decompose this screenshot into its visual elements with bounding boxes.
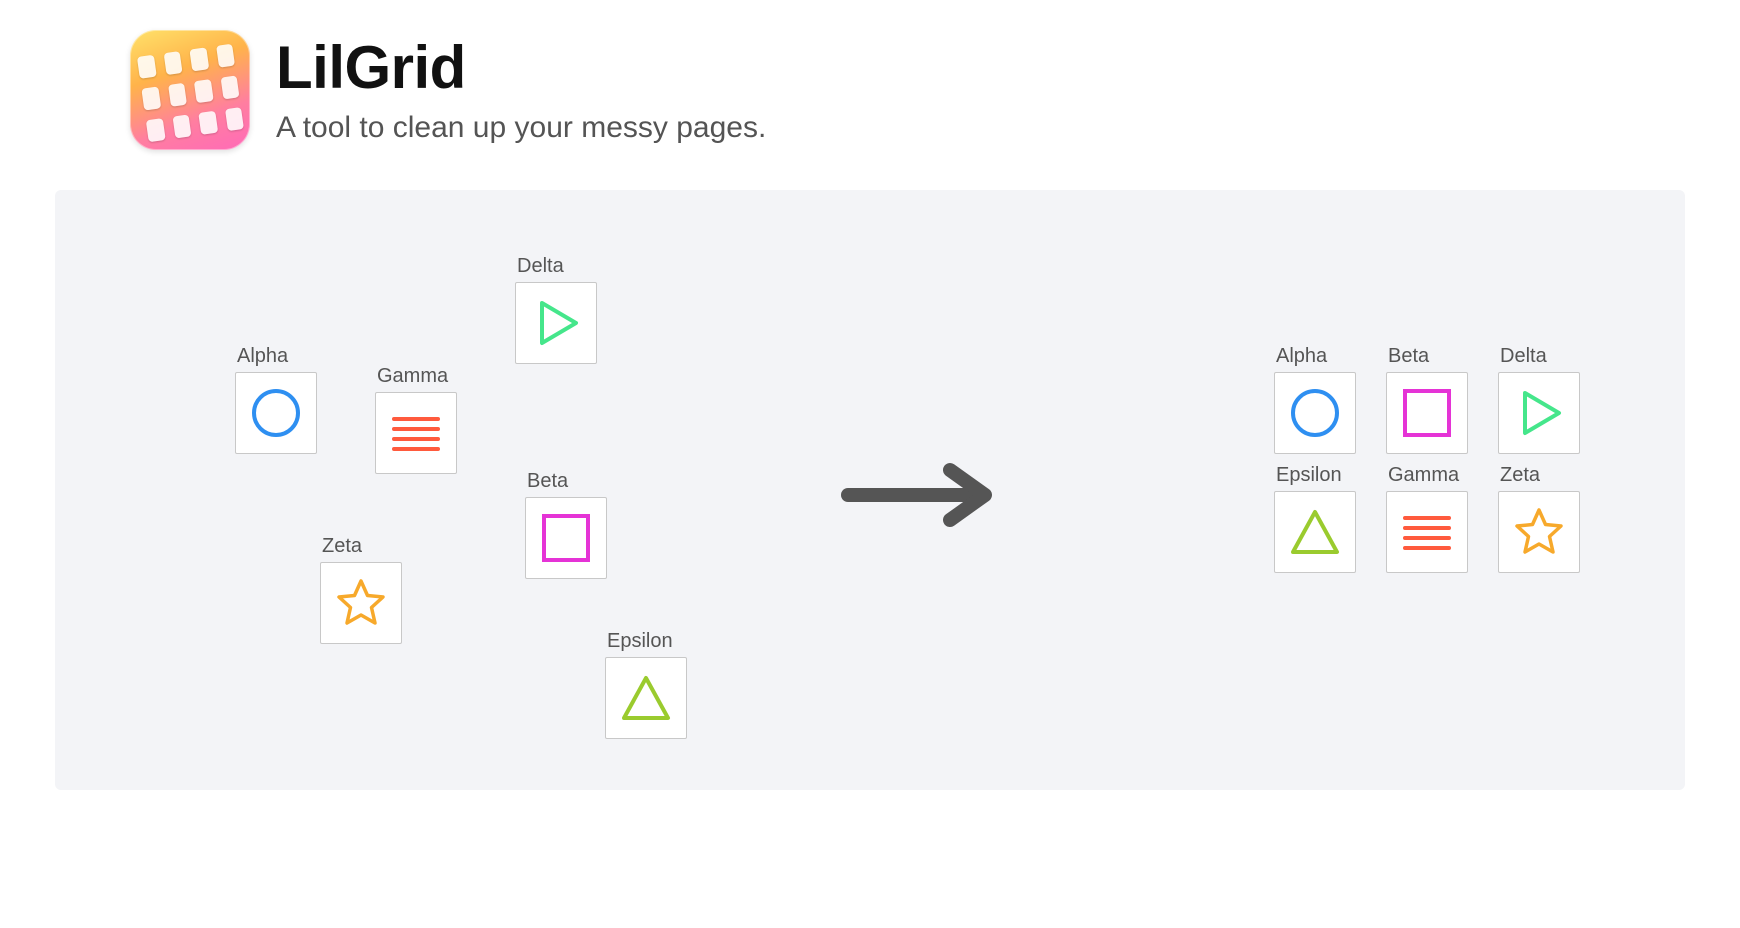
star-icon: [320, 562, 402, 644]
title-block: LilGrid A tool to clean up your messy pa…: [276, 36, 766, 145]
shape-label: Beta: [525, 470, 607, 493]
lines-icon: [1386, 491, 1468, 573]
shape-beta: Beta: [1386, 345, 1468, 454]
star-icon: [1498, 491, 1580, 573]
lines-icon: [375, 392, 457, 474]
shape-alpha: Alpha: [1274, 345, 1356, 454]
shape-label: Alpha: [1274, 345, 1356, 368]
triangle-icon: [605, 657, 687, 739]
triangle-icon: [1274, 491, 1356, 573]
shape-zeta: Zeta: [320, 535, 402, 644]
shape-gamma: Gamma: [1386, 464, 1468, 573]
shape-alpha: Alpha: [235, 345, 317, 454]
shape-beta: Beta: [525, 470, 607, 579]
shape-epsilon: Epsilon: [605, 630, 687, 739]
shape-gamma: Gamma: [375, 365, 457, 474]
shape-label: Gamma: [1386, 464, 1468, 487]
shape-label: Zeta: [1498, 464, 1580, 487]
page-subtitle: A tool to clean up your messy pages.: [276, 111, 766, 145]
shape-delta: Delta: [515, 255, 597, 364]
tidy-grid: Alpha Beta Delta Epsilon Gamma Zeta: [1274, 345, 1580, 573]
play-icon: [515, 282, 597, 364]
shape-label: Zeta: [320, 535, 402, 558]
page: LilGrid A tool to clean up your messy pa…: [0, 0, 1740, 790]
square-icon: [525, 497, 607, 579]
messy-cluster: Alpha Gamma Delta Beta Zeta Epsilon: [185, 235, 745, 755]
arrow-right-icon: [840, 460, 1010, 530]
shape-label: Alpha: [235, 345, 317, 368]
shape-label: Epsilon: [605, 630, 687, 653]
shape-zeta: Zeta: [1498, 464, 1580, 573]
app-icon: [130, 30, 250, 150]
shape-label: Delta: [515, 255, 597, 278]
hero-panel: Alpha Gamma Delta Beta Zeta Epsilon Alpha Bet…: [55, 190, 1685, 790]
shape-label: Epsilon: [1274, 464, 1356, 487]
shape-label: Delta: [1498, 345, 1580, 368]
shape-delta: Delta: [1498, 345, 1580, 454]
circle-icon: [235, 372, 317, 454]
circle-icon: [1274, 372, 1356, 454]
page-title: LilGrid: [276, 36, 766, 99]
shape-label: Gamma: [375, 365, 457, 388]
square-icon: [1386, 372, 1468, 454]
page-header: LilGrid A tool to clean up your messy pa…: [0, 0, 1740, 180]
shape-label: Beta: [1386, 345, 1468, 368]
shape-epsilon: Epsilon: [1274, 464, 1356, 573]
play-icon: [1498, 372, 1580, 454]
